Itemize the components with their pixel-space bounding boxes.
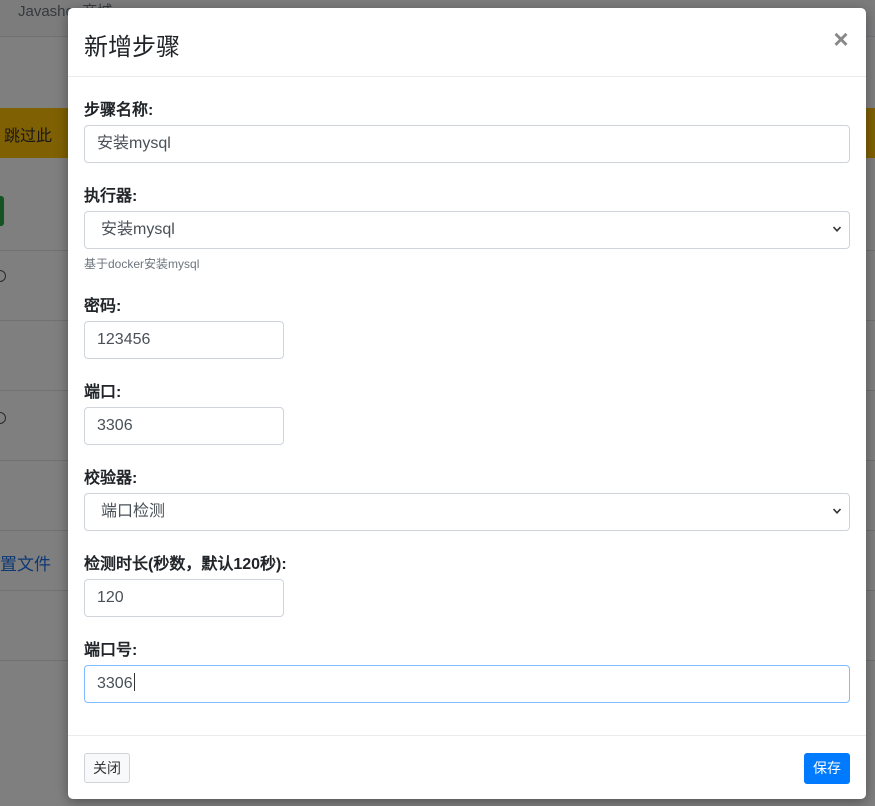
port-number-input[interactable]: 3306	[84, 665, 850, 703]
port-number-label: 端口号:	[84, 642, 138, 659]
validator-label: 校验器:	[84, 470, 138, 487]
check-duration-label: 检测时长(秒数，默认120秒):	[84, 556, 287, 573]
check-duration-input[interactable]: 120	[84, 579, 284, 617]
modal-footer: 关闭 保存	[68, 735, 866, 800]
password-value: 123456	[97, 331, 151, 348]
validator-selected-value: 端口检测	[101, 503, 166, 520]
port-label: 端口:	[84, 384, 122, 401]
close-icon[interactable]: ×	[831, 24, 851, 54]
port-input[interactable]: 3306	[84, 407, 284, 445]
step-name-label: 步骤名称:	[84, 102, 154, 119]
step-name-value: 安装mysql	[97, 135, 171, 152]
close-button[interactable]: 关闭	[84, 753, 130, 783]
port-number-value: 3306	[97, 675, 133, 692]
chevron-down-icon	[833, 508, 841, 514]
check-duration-value: 120	[97, 589, 124, 606]
executor-selected-value: 安装mysql	[101, 221, 175, 238]
password-label: 密码:	[84, 298, 122, 315]
executor-help-text: 基于docker安装mysql	[84, 257, 200, 271]
executor-label: 执行器:	[84, 188, 138, 205]
add-step-modal: 新增步骤 × 步骤名称: 安装mysql 执行器: 安装mysql 基于dock…	[68, 8, 866, 799]
validator-select[interactable]: 端口检测	[84, 493, 850, 531]
modal-title: 新增步骤	[84, 34, 180, 61]
chevron-down-icon	[833, 226, 841, 232]
port-value: 3306	[97, 417, 133, 434]
modal-header: 新增步骤 ×	[68, 8, 866, 77]
password-input[interactable]: 123456	[84, 321, 284, 359]
save-button[interactable]: 保存	[804, 753, 850, 784]
step-name-input[interactable]: 安装mysql	[84, 125, 850, 163]
text-caret	[133, 673, 135, 691]
executor-select[interactable]: 安装mysql	[84, 211, 850, 249]
